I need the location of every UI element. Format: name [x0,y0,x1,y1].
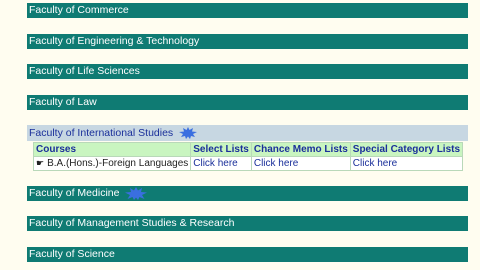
faculty-medicine-bar[interactable]: Faculty of Medicine [27,186,468,201]
chance-memo-cell: Click here [250,156,351,171]
faculty-engineering-label[interactable]: Faculty of Engineering & Technology [29,35,199,47]
new-starburst-icon [125,186,148,200]
table-row: ☛ B.A.(Hons.)-Foreign Languages Click her… [32,156,464,171]
faculty-commerce-bar[interactable]: Faculty of Commerce [27,3,468,18]
column-header-courses: Courses [32,142,192,157]
faculty-international-header[interactable]: Faculty of International Studies [27,125,468,141]
faculty-medicine-label[interactable]: Faculty of Medicine [29,187,119,199]
select-list-cell: Click here [190,156,252,171]
courses-table: Courses Select Lists Chance Memo Lists S… [32,142,464,171]
chance-memo-link[interactable]: Click here [254,158,298,169]
table-header-row: Courses Select Lists Chance Memo Lists S… [32,142,464,157]
column-header-chance-memo: Chance Memo Lists [250,142,351,157]
faculty-law-label[interactable]: Faculty of Law [29,96,97,108]
faculty-science-label[interactable]: Faculty of Science [29,248,115,260]
select-list-link[interactable]: Click here [193,158,237,169]
faculty-commerce-label[interactable]: Faculty of Commerce [29,4,129,16]
course-cell: ☛ B.A.(Hons.)-Foreign Languages [32,156,192,171]
faculty-science-bar[interactable]: Faculty of Science [27,247,468,262]
course-name: B.A.(Hons.)-Foreign Languages [47,158,189,169]
column-header-select-lists: Select Lists [190,142,252,157]
column-header-special-category: Special Category Lists [349,142,464,157]
special-category-link[interactable]: Click here [353,158,397,169]
pointing-hand-icon: ☛ [36,158,45,168]
new-starburst-icon [179,127,198,140]
faculty-management-bar[interactable]: Faculty of Management Studies & Research [27,216,468,231]
faculty-life-sciences-label[interactable]: Faculty of Life Sciences [29,65,140,77]
faculty-life-sciences-bar[interactable]: Faculty of Life Sciences [27,64,468,79]
faculty-international-label[interactable]: Faculty of International Studies [29,127,173,139]
faculty-management-label[interactable]: Faculty of Management Studies & Research [29,217,234,229]
faculty-engineering-bar[interactable]: Faculty of Engineering & Technology [27,34,468,49]
faculty-law-bar[interactable]: Faculty of Law [27,95,468,110]
special-category-cell: Click here [349,156,464,171]
